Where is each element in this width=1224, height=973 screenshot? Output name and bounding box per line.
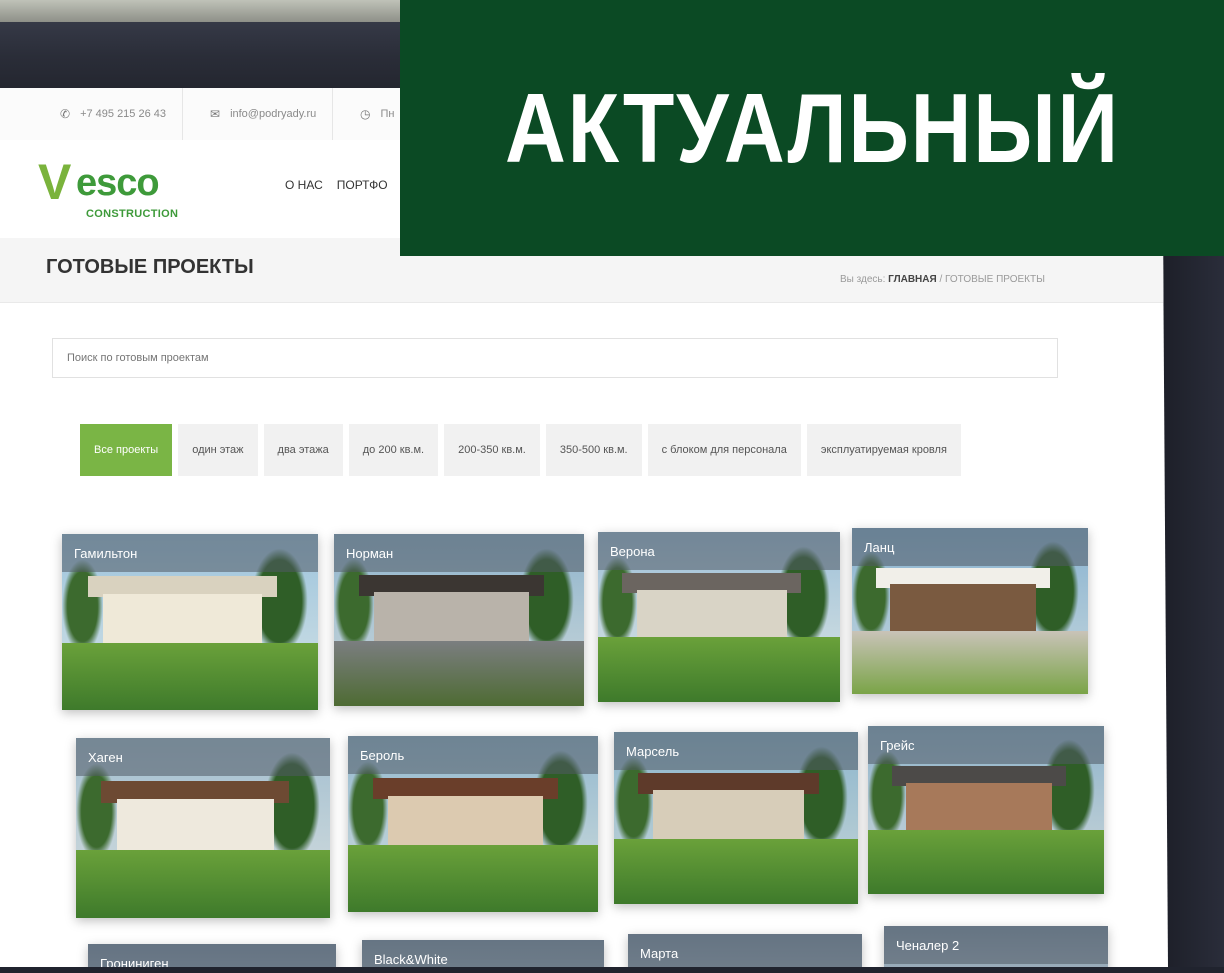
filter-usable-roof[interactable]: эксплуатируемая кровля [806,424,961,476]
page-title: ГОТОВЫЕ ПРОЕКТЫ [46,256,254,278]
card-lawn [598,637,840,702]
project-title: Верона [598,532,840,570]
breadcrumb-prefix: Вы здесь: [840,274,886,285]
project-title: Грейс [868,726,1104,764]
filter-bar: Все проекты один этаж два этажа до 200 к… [80,424,961,476]
breadcrumb: Вы здесь: ГЛАВНАЯ / ГОТОВЫЕ ПРОЕКТЫ [840,274,1045,285]
card-tree [76,763,117,861]
card-lawn [868,830,1104,894]
project-card[interactable]: Гамильтон [62,534,318,710]
nav-about[interactable]: О НАС [285,178,323,192]
filter-two-floors[interactable]: два этажа [263,424,343,476]
card-lawn [334,640,584,706]
card-lawn [348,845,598,912]
project-title: Грониниген [88,944,336,968]
main-nav: О НАС ПОРТФО [285,178,388,192]
project-card[interactable]: Бероль [348,736,598,912]
card-lawn [76,849,330,918]
project-card[interactable]: Грейс [868,726,1104,894]
card-tree [348,760,388,856]
card-tree [334,558,374,651]
site-logo[interactable]: V esco CONSTRUCTION [38,156,188,226]
clock-icon: ◷ [360,107,371,121]
bottom-edge [0,967,1224,973]
project-title: Хаген [76,738,330,776]
project-search-input[interactable] [52,338,1058,378]
project-card[interactable]: Марсель [614,732,858,904]
project-card[interactable]: Хаген [76,738,330,918]
project-title: Бероль [348,736,598,774]
filter-staff-block[interactable]: с блоком для персонала [647,424,801,476]
project-card[interactable]: Норман [334,534,584,706]
project-card[interactable]: Ланц [852,528,1088,694]
background-glare [0,0,420,22]
breadcrumb-separator: / [936,274,946,285]
nav-portfolio[interactable]: ПОРТФО [337,178,388,192]
card-lawn [852,630,1088,694]
project-title: Марта [628,934,862,968]
phone-icon: ✆ [60,107,71,121]
project-card[interactable]: Black&White [362,940,604,968]
filter-200-350[interactable]: 200-350 кв.м. [444,424,540,476]
logo-mark: V [38,154,72,210]
project-card[interactable]: Верона [598,532,840,702]
project-title: Марсель [614,732,858,770]
project-title: Гамильтон [62,534,318,572]
card-lawn [614,838,858,904]
card-tree [62,558,103,654]
phone-text: +7 495 215 26 43 [80,108,167,120]
logo-subtitle: CONSTRUCTION [86,208,179,220]
filter-one-floor[interactable]: один этаж [178,424,258,476]
breadcrumb-home[interactable]: ГЛАВНАЯ [888,274,937,285]
project-title: Ченалер 2 [884,926,1108,964]
phone-item[interactable]: ✆ +7 495 215 26 43 [60,88,184,140]
envelope-icon: ✉ [210,107,221,121]
promo-banner: АКТУАЛЬНЫЙ [400,0,1224,256]
project-card[interactable]: Марта [628,934,862,968]
promo-banner-text: АКТУАЛЬНЫЙ [504,72,1120,183]
email-item[interactable]: ✉ info@podryady.ru [210,88,334,140]
card-lawn [62,643,318,710]
project-title: Ланц [852,528,1088,566]
filter-350-500[interactable]: 350-500 кв.м. [545,424,642,476]
filter-up-to-200[interactable]: до 200 кв.м. [348,424,439,476]
filter-all[interactable]: Все проекты [80,424,173,476]
email-text: info@podryady.ru [230,108,317,120]
project-card[interactable]: Ченалер 2 [884,926,1108,968]
hours-text: Пн [380,108,395,120]
project-card[interactable]: Грониниген [88,944,336,968]
card-tree [614,756,654,849]
breadcrumb-current: ГОТОВЫЕ ПРОЕКТЫ [945,274,1045,285]
project-title: Норман [334,534,584,572]
logo-name: esco [76,162,160,204]
project-title: Black&White [362,940,604,968]
